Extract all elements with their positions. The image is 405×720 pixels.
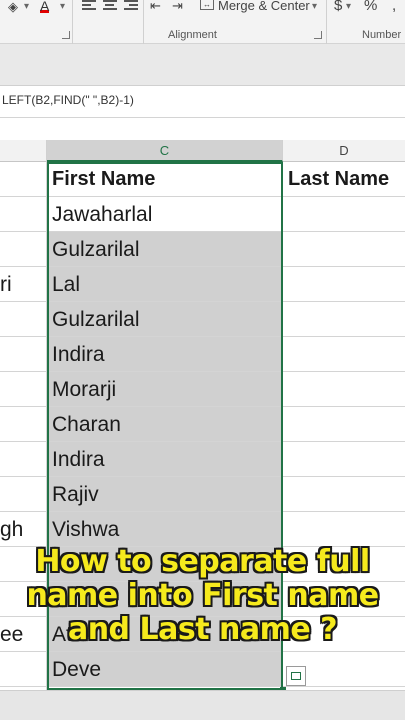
cell-full-name[interactable] [0, 477, 47, 512]
cell-last-name[interactable] [283, 267, 405, 302]
column-header-c[interactable]: C [47, 140, 283, 162]
cell-full-name[interactable]: ri [0, 267, 47, 302]
cell-first-name[interactable]: Lal [47, 267, 283, 302]
merge-center-icon[interactable]: ↔ [200, 0, 214, 10]
cell-last-name[interactable] [283, 232, 405, 267]
table-row: Morarji [0, 372, 405, 407]
table-row: Jawaharlal [0, 197, 405, 232]
increase-indent-icon[interactable]: ⇥ [172, 0, 183, 13]
cell-first-name[interactable]: Indira [47, 337, 283, 372]
fill-color-icon[interactable]: ◈ [8, 0, 18, 14]
cell-first-name[interactable]: Deve [47, 652, 283, 687]
cell-full-name[interactable] [0, 302, 47, 337]
cell-full-name[interactable] [0, 407, 47, 442]
cell-last-name[interactable] [283, 442, 405, 477]
ribbon-separator [143, 0, 144, 44]
video-caption: How to separate full name into First nam… [0, 545, 405, 647]
percent-format-button[interactable]: % [364, 0, 377, 13]
cell-last-name[interactable] [283, 337, 405, 372]
cell-last-name-header[interactable]: Last Name [283, 162, 405, 197]
cell-first-name[interactable]: Indira [47, 442, 283, 477]
cell-last-name[interactable] [283, 372, 405, 407]
font-color-button[interactable]: A [40, 0, 50, 13]
align-center-icon[interactable] [103, 0, 117, 12]
cell-first-name[interactable]: Morarji [47, 372, 283, 407]
cell-full-name[interactable] [0, 337, 47, 372]
caption-line-1: How to separate full [35, 544, 370, 579]
cell-full-name[interactable] [0, 197, 47, 232]
cell-first-name[interactable]: Charan [47, 407, 283, 442]
formula-text[interactable]: LEFT(B2,FIND(" ",B2)-1) [2, 93, 134, 107]
column-header-b[interactable] [0, 140, 47, 162]
align-left-icon[interactable] [82, 0, 96, 12]
font-group-launcher-icon[interactable] [62, 31, 70, 39]
formula-bar[interactable]: LEFT(B2,FIND(" ",B2)-1) [0, 86, 405, 118]
cell-full-name[interactable] [0, 232, 47, 267]
merge-center-button[interactable]: Merge & Center [218, 0, 310, 13]
number-group-label: Number [362, 29, 402, 41]
align-right-icon[interactable] [124, 0, 138, 12]
cell-first-name[interactable]: Gulzarilal [47, 302, 283, 337]
cell-last-name[interactable] [283, 407, 405, 442]
cell-full-name[interactable] [0, 442, 47, 477]
cell-first-name-header[interactable]: First Name [47, 162, 283, 197]
cell-full-name[interactable]: gh [0, 512, 47, 547]
caption-line-3: and Last name ? [67, 612, 338, 647]
table-row: Indira [0, 337, 405, 372]
table-row: Charan [0, 407, 405, 442]
column-headers: C D [0, 140, 405, 162]
table-row: Gulzarilal [0, 302, 405, 337]
cell-first-name[interactable]: Jawaharlal [47, 197, 283, 232]
cell-last-name[interactable] [283, 512, 405, 547]
currency-dropdown-icon[interactable]: ▾ [346, 1, 351, 12]
quick-analysis-icon[interactable] [286, 666, 306, 686]
sheet-tab-bar [0, 690, 405, 720]
cell-last-name[interactable] [283, 197, 405, 232]
table-row: Indira [0, 442, 405, 477]
cell-last-name[interactable] [283, 302, 405, 337]
caption-line-2: name into First name [26, 578, 379, 613]
cell-b-header[interactable] [0, 162, 47, 197]
cell-first-name[interactable]: Vishwa [47, 512, 283, 547]
alignment-group-launcher-icon[interactable] [314, 31, 322, 39]
alignment-group-label: Alignment [168, 29, 217, 41]
cell-first-name[interactable]: Gulzarilal [47, 232, 283, 267]
table-row: Deve [0, 652, 405, 687]
cell-full-name[interactable] [0, 652, 47, 687]
cell-last-name[interactable] [283, 477, 405, 512]
currency-format-button[interactable]: $ [334, 0, 342, 13]
fill-color-dropdown-icon[interactable]: ▾ [24, 1, 29, 12]
ribbon-collapse-strip [0, 44, 405, 86]
table-row-header: First Name Last Name [0, 162, 405, 197]
excel-window: ◈ ▾ A ▾ ⇤ ⇥ ↔ Merge & Center ▾ $ ▾ % , A… [0, 0, 405, 720]
decrease-indent-icon[interactable]: ⇤ [150, 0, 161, 13]
ribbon: ◈ ▾ A ▾ ⇤ ⇥ ↔ Merge & Center ▾ $ ▾ % , A… [0, 0, 405, 44]
ribbon-separator [72, 0, 73, 44]
cell-full-name[interactable] [0, 372, 47, 407]
font-color-dropdown-icon[interactable]: ▾ [60, 1, 65, 12]
cell-first-name[interactable]: Rajiv [47, 477, 283, 512]
table-row: Gulzarilal [0, 232, 405, 267]
table-row: Rajiv [0, 477, 405, 512]
table-row: ri Lal [0, 267, 405, 302]
table-row: gh Vishwa [0, 512, 405, 547]
column-header-d[interactable]: D [283, 140, 405, 162]
comma-format-button[interactable]: , [392, 0, 396, 13]
merge-dropdown-icon[interactable]: ▾ [312, 1, 317, 12]
ribbon-separator [326, 0, 327, 44]
